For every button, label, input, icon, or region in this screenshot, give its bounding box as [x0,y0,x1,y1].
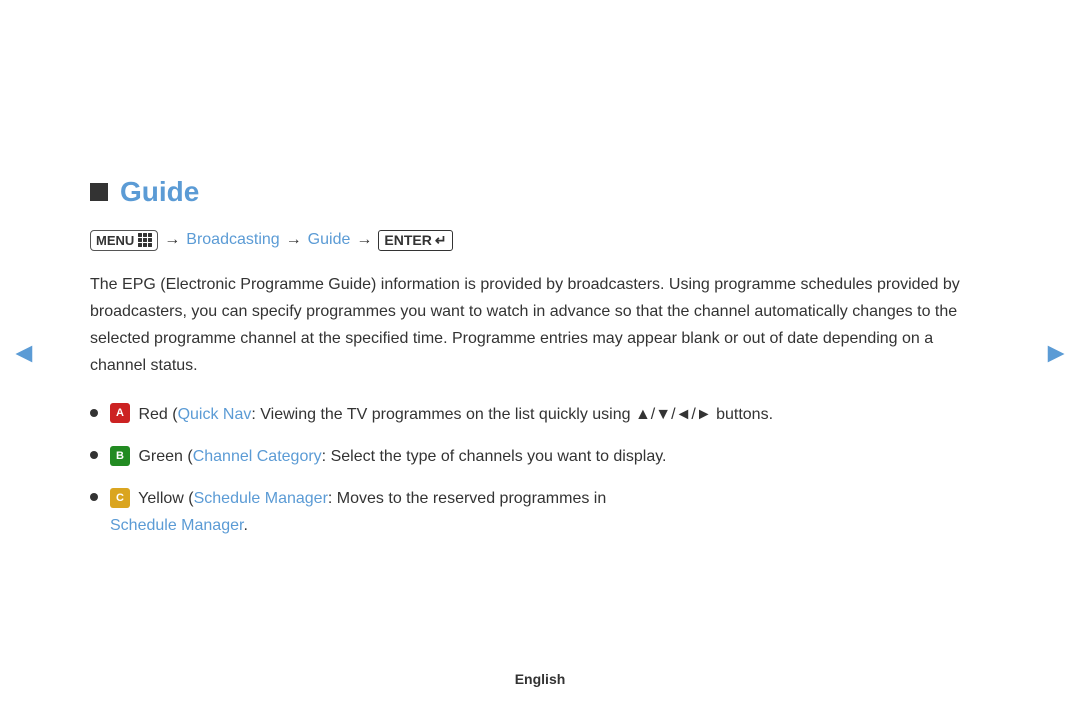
color-label-red: Red ( [138,406,177,423]
key-badge-yellow: C [110,488,130,508]
menu-grid-icon [138,233,152,247]
color-label-yellow: Yellow ( [138,490,193,507]
title-square-icon [90,183,108,201]
bullet-item-schedule-manager: C Yellow (Schedule Manager: Moves to the… [90,486,990,539]
nav-arrow-right[interactable]: ► [1042,337,1070,369]
schedule-manager-link[interactable]: Schedule Manager [194,490,328,507]
bullet-2-text: : Select the type of channels you want t… [322,448,667,465]
bullet-list: A Red (Quick Nav: Viewing the TV program… [90,402,990,540]
quick-nav-link[interactable]: Quick Nav [178,406,252,423]
breadcrumb-broadcasting[interactable]: Broadcasting [186,231,279,249]
bullet-content-1: A Red (Quick Nav: Viewing the TV program… [110,402,990,428]
breadcrumb-arrow-3: → [356,231,372,249]
bullet-3-text: : Moves to the reserved programmes in [328,490,606,507]
bullet-content-2: B Green (Channel Category: Select the ty… [110,444,990,470]
bullet-dot-1 [90,409,98,417]
footer: English [515,671,566,687]
bullet-3-punctuation: . [243,517,247,534]
bullet-content-3: C Yellow (Schedule Manager: Moves to the… [110,486,990,539]
channel-category-link[interactable]: Channel Category [193,448,322,465]
page-container: ◄ ► Guide MENU [0,0,1080,705]
key-badge-red: A [110,403,130,423]
content-area: Guide MENU → Broadcasting [70,146,1010,559]
description-text: The EPG (Electronic Programme Guide) inf… [90,271,990,380]
bullet-dot-2 [90,451,98,459]
bullet-1-text: : Viewing the TV programmes on the list … [251,406,773,423]
breadcrumb: MENU → Broadcasting → Guide → [90,230,990,251]
breadcrumb-arrow-1: → [164,231,180,249]
enter-return-symbol: ↵ [435,232,447,249]
color-label-green: Green ( [138,448,192,465]
enter-label: ENTER [384,232,431,248]
enter-icon: ENTER ↵ [378,230,452,251]
key-badge-green: B [110,446,130,466]
bullet-dot-3 [90,493,98,501]
bullet-item-quick-nav: A Red (Quick Nav: Viewing the TV program… [90,402,990,428]
page-title-row: Guide [90,176,990,208]
bullet-item-channel-category: B Green (Channel Category: Select the ty… [90,444,990,470]
page-title: Guide [120,176,199,208]
footer-language: English [515,671,566,687]
schedule-manager-link-2[interactable]: Schedule Manager [110,517,243,534]
menu-icon: MENU [90,230,158,251]
breadcrumb-arrow-2: → [286,231,302,249]
breadcrumb-guide[interactable]: Guide [308,231,351,249]
nav-arrow-left[interactable]: ◄ [10,337,38,369]
menu-label: MENU [96,233,134,248]
